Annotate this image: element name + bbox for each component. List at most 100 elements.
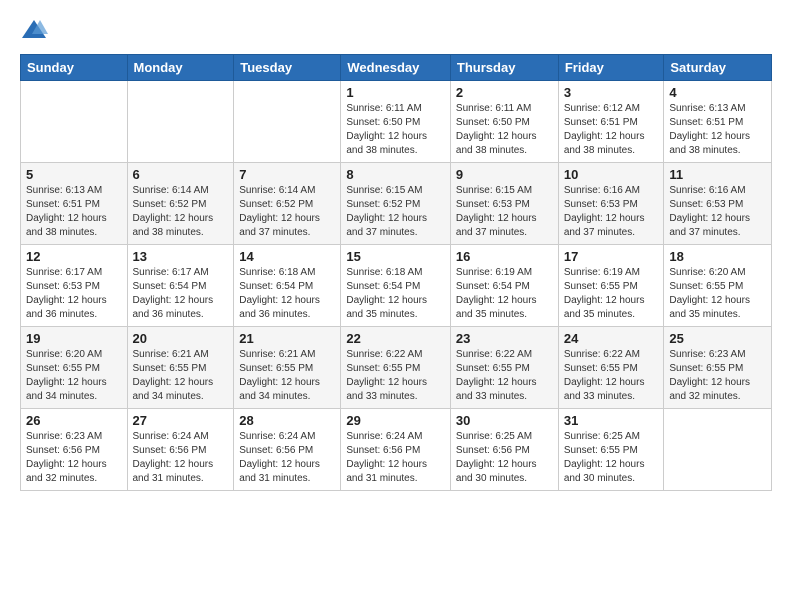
day-info: Sunrise: 6:16 AM Sunset: 6:53 PM Dayligh… — [564, 184, 659, 240]
day-cell — [234, 81, 341, 163]
day-cell: 5Sunrise: 6:13 AM Sunset: 6:51 PM Daylig… — [21, 163, 128, 245]
weekday-header-sunday: Sunday — [21, 55, 128, 81]
day-cell — [127, 81, 234, 163]
day-info: Sunrise: 6:22 AM Sunset: 6:55 PM Dayligh… — [456, 348, 553, 404]
day-cell: 29Sunrise: 6:24 AM Sunset: 6:56 PM Dayli… — [341, 409, 451, 491]
day-info: Sunrise: 6:19 AM Sunset: 6:54 PM Dayligh… — [456, 266, 553, 322]
day-info: Sunrise: 6:12 AM Sunset: 6:51 PM Dayligh… — [564, 102, 659, 158]
day-number: 27 — [133, 413, 229, 428]
weekday-header-saturday: Saturday — [664, 55, 772, 81]
page: SundayMondayTuesdayWednesdayThursdayFrid… — [0, 0, 792, 612]
day-info: Sunrise: 6:20 AM Sunset: 6:55 PM Dayligh… — [26, 348, 122, 404]
day-info: Sunrise: 6:15 AM Sunset: 6:53 PM Dayligh… — [456, 184, 553, 240]
day-number: 29 — [346, 413, 445, 428]
day-number: 1 — [346, 85, 445, 100]
weekday-header-friday: Friday — [558, 55, 664, 81]
day-cell: 7 Sunrise: 6:14 AM Sunset: 6:52 PM Daylig… — [234, 163, 341, 245]
day-cell — [21, 81, 128, 163]
day-number: 23 — [456, 331, 553, 346]
day-number: 14 — [239, 249, 335, 264]
weekday-header-row: SundayMondayTuesdayWednesdayThursdayFrid… — [21, 55, 772, 81]
day-info: Sunrise: 6:16 AM Sunset: 6:53 PM Dayligh… — [669, 184, 766, 240]
day-number: 16 — [456, 249, 553, 264]
day-number: 13 — [133, 249, 229, 264]
day-info: Sunrise: 6:11 AM Sunset: 6:50 PM Dayligh… — [456, 102, 553, 158]
day-number: 25 — [669, 331, 766, 346]
day-info: Sunrise: 6:15 AM Sunset: 6:52 PM Dayligh… — [346, 184, 445, 240]
weekday-header-tuesday: Tuesday — [234, 55, 341, 81]
day-number: 17 — [564, 249, 659, 264]
day-number: 2 — [456, 85, 553, 100]
day-info: Sunrise: 6:21 AM Sunset: 6:55 PM Dayligh… — [133, 348, 229, 404]
day-info: Sunrise: 6:20 AM Sunset: 6:55 PM Dayligh… — [669, 266, 766, 322]
day-number: 3 — [564, 85, 659, 100]
day-number: 15 — [346, 249, 445, 264]
day-number: 24 — [564, 331, 659, 346]
calendar-table: SundayMondayTuesdayWednesdayThursdayFrid… — [20, 54, 772, 491]
day-info: Sunrise: 6:11 AM Sunset: 6:50 PM Dayligh… — [346, 102, 445, 158]
day-info: Sunrise: 6:14 AM Sunset: 6:52 PM Dayligh… — [239, 184, 335, 240]
day-info: Sunrise: 6:25 AM Sunset: 6:55 PM Dayligh… — [564, 430, 659, 486]
day-cell: 17Sunrise: 6:19 AM Sunset: 6:55 PM Dayli… — [558, 245, 664, 327]
day-info: Sunrise: 6:21 AM Sunset: 6:55 PM Dayligh… — [239, 348, 335, 404]
day-cell: 6Sunrise: 6:14 AM Sunset: 6:52 PM Daylig… — [127, 163, 234, 245]
day-cell: 30 Sunrise: 6:25 AM Sunset: 6:56 PM Dayli… — [450, 409, 558, 491]
day-cell: 26Sunrise: 6:23 AM Sunset: 6:56 PM Dayli… — [21, 409, 128, 491]
day-cell: 24 Sunrise: 6:22 AM Sunset: 6:55 PM Dayli… — [558, 327, 664, 409]
week-row-1: 1 Sunrise: 6:11 AM Sunset: 6:50 PM Daylig… — [21, 81, 772, 163]
day-cell: 4Sunrise: 6:13 AM Sunset: 6:51 PM Daylig… — [664, 81, 772, 163]
day-cell: 13Sunrise: 6:17 AM Sunset: 6:54 PM Dayli… — [127, 245, 234, 327]
day-cell: 2 Sunrise: 6:11 AM Sunset: 6:50 PM Daylig… — [450, 81, 558, 163]
day-cell: 12 Sunrise: 6:17 AM Sunset: 6:53 PM Dayli… — [21, 245, 128, 327]
day-number: 12 — [26, 249, 122, 264]
day-cell: 25 Sunrise: 6:23 AM Sunset: 6:55 PM Dayli… — [664, 327, 772, 409]
day-info: Sunrise: 6:14 AM Sunset: 6:52 PM Dayligh… — [133, 184, 229, 240]
day-number: 7 — [239, 167, 335, 182]
weekday-header-wednesday: Wednesday — [341, 55, 451, 81]
logo-icon — [20, 16, 48, 44]
day-cell: 23 Sunrise: 6:22 AM Sunset: 6:55 PM Dayli… — [450, 327, 558, 409]
week-row-2: 5Sunrise: 6:13 AM Sunset: 6:51 PM Daylig… — [21, 163, 772, 245]
day-info: Sunrise: 6:22 AM Sunset: 6:55 PM Dayligh… — [346, 348, 445, 404]
day-cell: 19 Sunrise: 6:20 AM Sunset: 6:55 PM Dayli… — [21, 327, 128, 409]
day-number: 22 — [346, 331, 445, 346]
day-number: 20 — [133, 331, 229, 346]
logo — [20, 16, 52, 44]
day-cell: 9 Sunrise: 6:15 AM Sunset: 6:53 PM Daylig… — [450, 163, 558, 245]
day-info: Sunrise: 6:25 AM Sunset: 6:56 PM Dayligh… — [456, 430, 553, 486]
day-number: 5 — [26, 167, 122, 182]
day-cell — [664, 409, 772, 491]
day-cell: 15 Sunrise: 6:18 AM Sunset: 6:54 PM Dayli… — [341, 245, 451, 327]
day-cell: 18 Sunrise: 6:20 AM Sunset: 6:55 PM Dayli… — [664, 245, 772, 327]
day-number: 31 — [564, 413, 659, 428]
day-info: Sunrise: 6:22 AM Sunset: 6:55 PM Dayligh… — [564, 348, 659, 404]
week-row-5: 26Sunrise: 6:23 AM Sunset: 6:56 PM Dayli… — [21, 409, 772, 491]
day-info: Sunrise: 6:17 AM Sunset: 6:53 PM Dayligh… — [26, 266, 122, 322]
day-number: 18 — [669, 249, 766, 264]
week-row-4: 19 Sunrise: 6:20 AM Sunset: 6:55 PM Dayli… — [21, 327, 772, 409]
day-number: 21 — [239, 331, 335, 346]
day-cell: 22 Sunrise: 6:22 AM Sunset: 6:55 PM Dayli… — [341, 327, 451, 409]
day-cell: 31 Sunrise: 6:25 AM Sunset: 6:55 PM Dayli… — [558, 409, 664, 491]
weekday-header-thursday: Thursday — [450, 55, 558, 81]
day-number: 26 — [26, 413, 122, 428]
day-number: 28 — [239, 413, 335, 428]
day-info: Sunrise: 6:18 AM Sunset: 6:54 PM Dayligh… — [346, 266, 445, 322]
header — [20, 16, 772, 44]
day-cell: 8Sunrise: 6:15 AM Sunset: 6:52 PM Daylig… — [341, 163, 451, 245]
day-cell: 16 Sunrise: 6:19 AM Sunset: 6:54 PM Dayli… — [450, 245, 558, 327]
day-cell: 11 Sunrise: 6:16 AM Sunset: 6:53 PM Dayli… — [664, 163, 772, 245]
day-number: 9 — [456, 167, 553, 182]
day-cell: 14Sunrise: 6:18 AM Sunset: 6:54 PM Dayli… — [234, 245, 341, 327]
day-cell: 20 Sunrise: 6:21 AM Sunset: 6:55 PM Dayli… — [127, 327, 234, 409]
day-cell: 1 Sunrise: 6:11 AM Sunset: 6:50 PM Daylig… — [341, 81, 451, 163]
day-number: 10 — [564, 167, 659, 182]
day-number: 11 — [669, 167, 766, 182]
day-info: Sunrise: 6:24 AM Sunset: 6:56 PM Dayligh… — [239, 430, 335, 486]
day-info: Sunrise: 6:24 AM Sunset: 6:56 PM Dayligh… — [133, 430, 229, 486]
day-info: Sunrise: 6:23 AM Sunset: 6:55 PM Dayligh… — [669, 348, 766, 404]
day-number: 19 — [26, 331, 122, 346]
day-number: 30 — [456, 413, 553, 428]
day-cell: 3 Sunrise: 6:12 AM Sunset: 6:51 PM Daylig… — [558, 81, 664, 163]
day-info: Sunrise: 6:13 AM Sunset: 6:51 PM Dayligh… — [669, 102, 766, 158]
